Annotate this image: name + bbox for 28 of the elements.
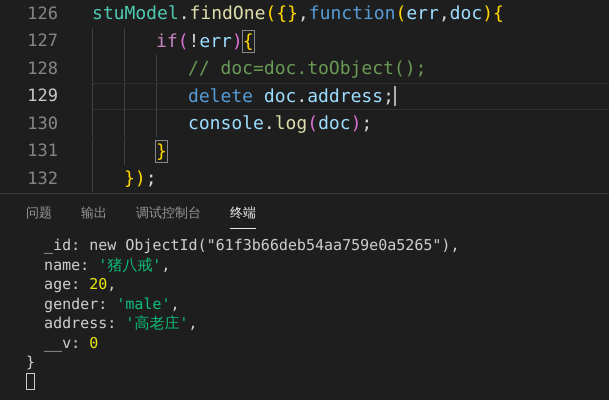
code-text: if(!err){	[156, 30, 254, 54]
code-text: delete doc.address;	[188, 84, 394, 109]
code-editor[interactable]: 126 stuModel.findOne({},function(err,doc){ 127 if(!err){ 128 // doc=doc.toObject(); 129 delete doc.address; 130 console.log(doc); 131 } 132 });	[0, 0, 609, 194]
code-text: stuModel.findOne({},function(err,doc){	[92, 2, 504, 26]
terminal-line: }	[26, 353, 36, 372]
panel-tab[interactable]: 问题	[26, 204, 52, 229]
terminal-line: name: '猪八戒',	[43, 256, 170, 275]
terminal-line: _id: new ObjectId("61f3b66deb54aa759e0a5265"),	[43, 236, 460, 256]
code-text: // doc=doc.toObject();	[188, 57, 426, 82]
terminal-line: __v: 0	[43, 334, 98, 353]
line-number: 131	[26, 141, 58, 162]
code-text: }	[156, 140, 167, 164]
text-cursor	[394, 86, 396, 106]
panel-tab[interactable]: 输出	[81, 204, 107, 229]
terminal-line: gender: 'male',	[43, 294, 180, 314]
line-number: 129	[26, 86, 58, 106]
panel-tab[interactable]: 调试控制台	[136, 204, 201, 229]
line-number: 127	[26, 31, 58, 52]
line-number: 126	[26, 4, 58, 24]
line-number: 128	[26, 58, 58, 79]
line-number: 130	[26, 114, 58, 134]
terminal-cursor	[26, 372, 35, 390]
terminal-line: age: 20,	[43, 275, 116, 294]
line-number: 132	[26, 168, 58, 189]
code-text: console.log(doc);	[188, 112, 372, 136]
terminal-line: address: '高老庄',	[43, 314, 198, 334]
panel-tab[interactable]: 终端	[230, 204, 256, 229]
code-text: });	[124, 167, 157, 192]
